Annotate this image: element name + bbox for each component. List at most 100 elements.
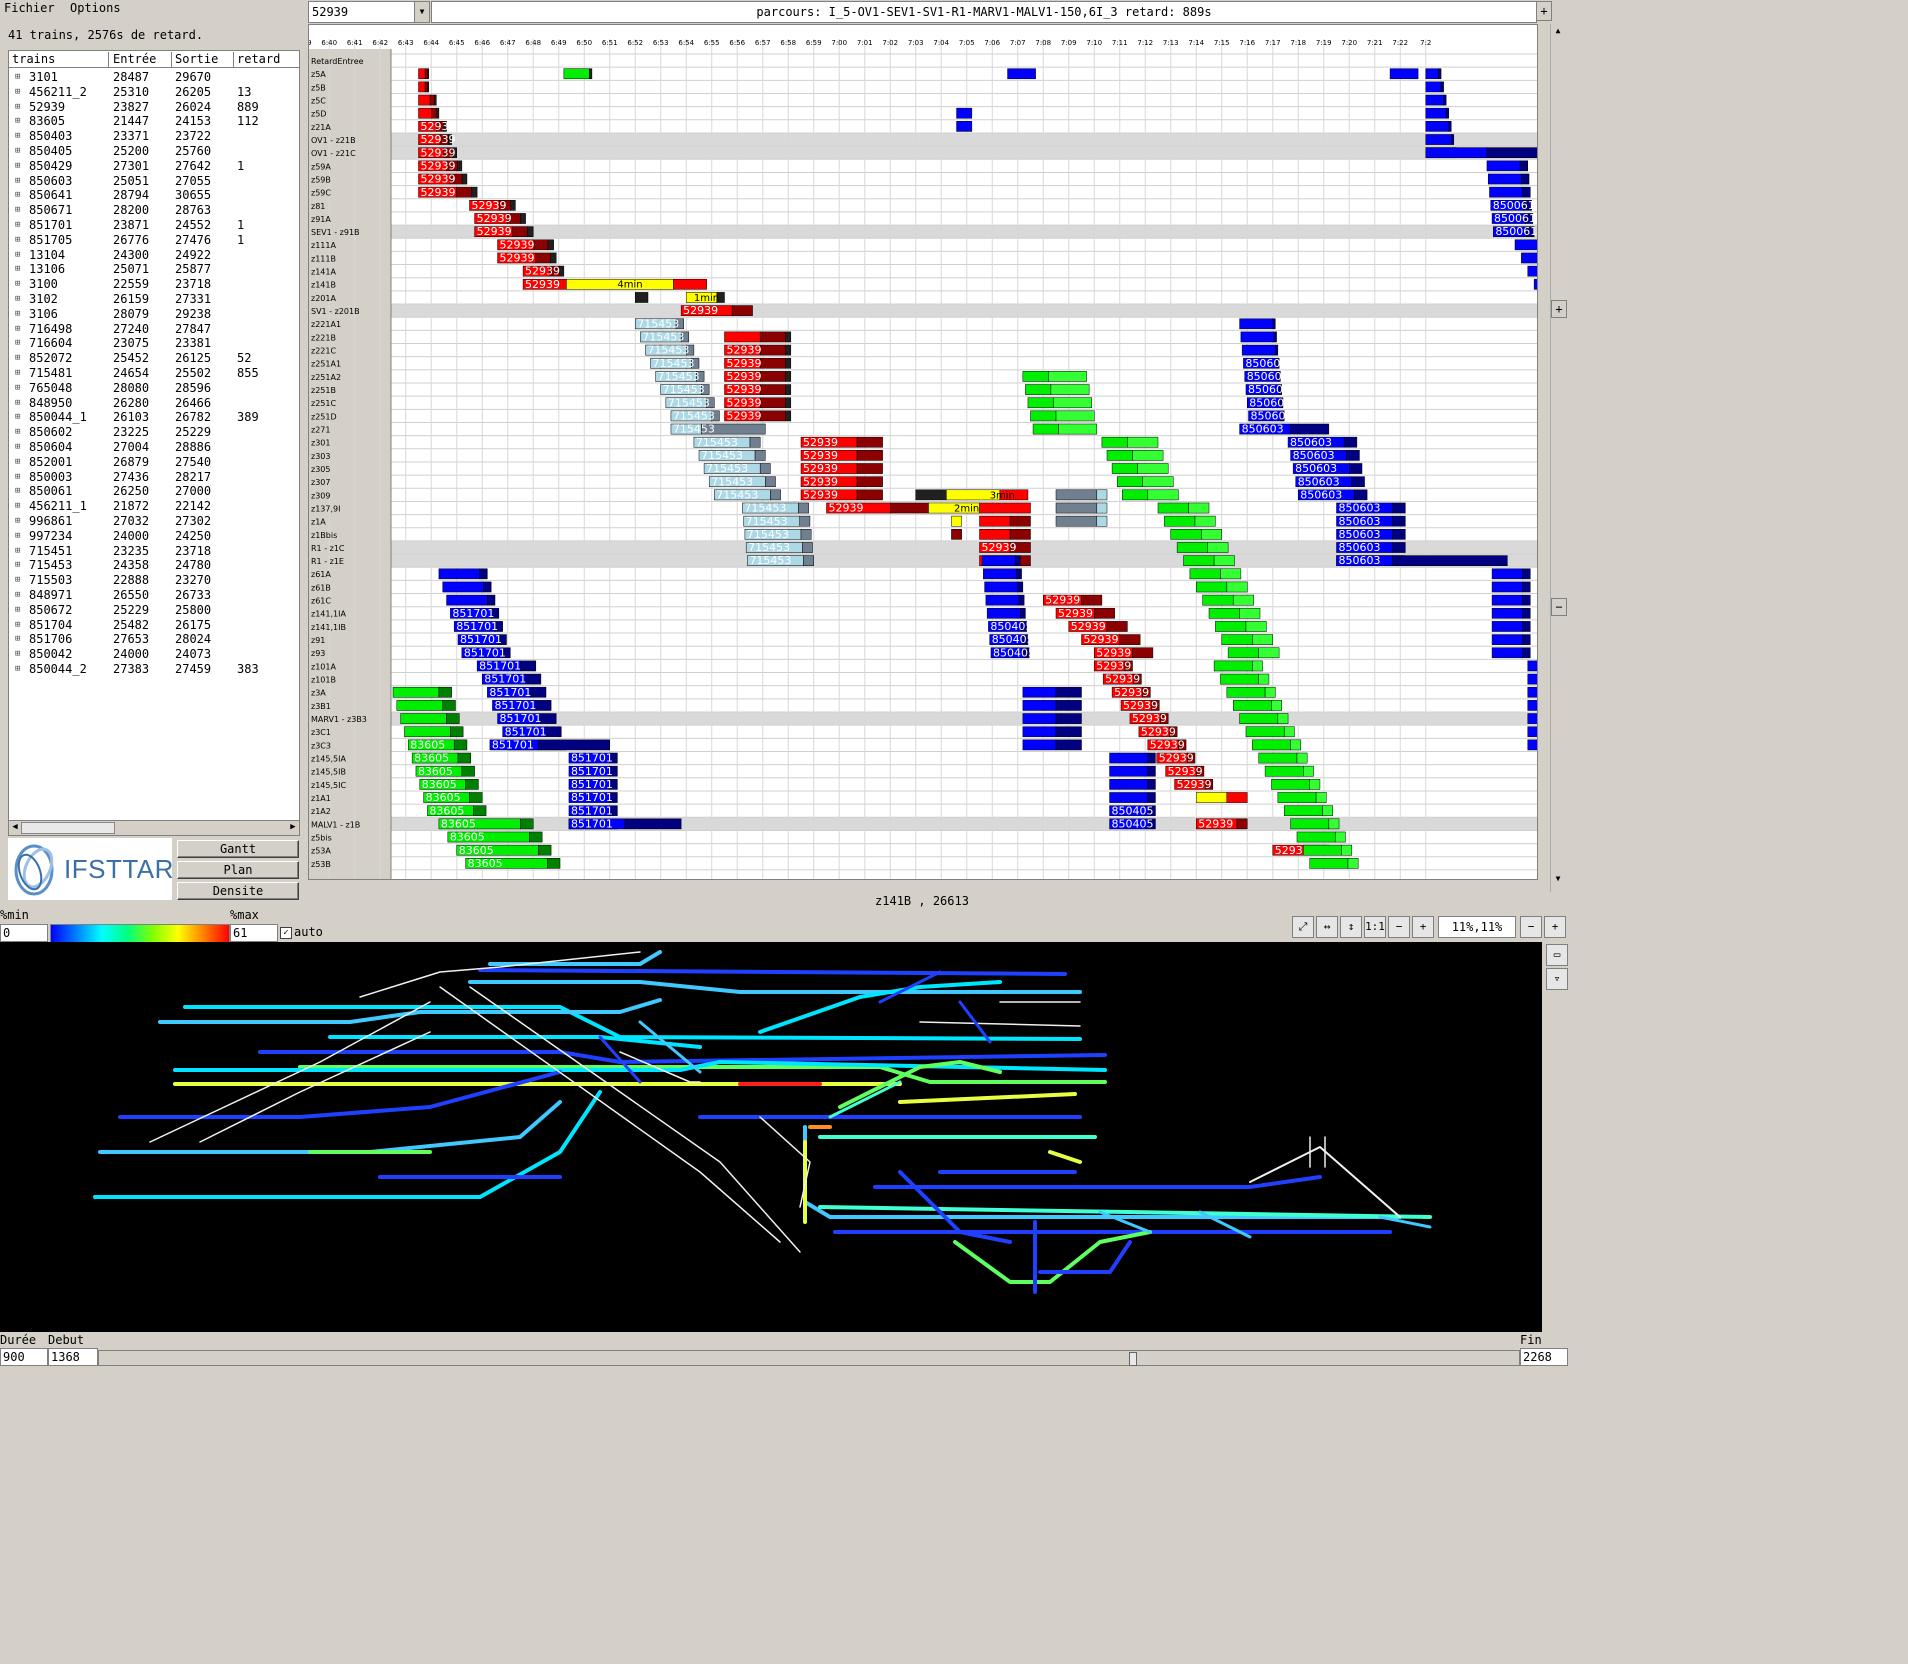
train-row[interactable]: ⊞ 850061 26250 27000 bbox=[9, 484, 299, 499]
train-row[interactable]: ⊞ 715481 24654 25502 855 bbox=[9, 366, 299, 381]
expand-icon[interactable]: ⊞ bbox=[15, 366, 20, 381]
train-row[interactable]: ⊞ 852001 26879 27540 bbox=[9, 455, 299, 470]
train-row[interactable]: ⊞ 456211_1 21872 22142 bbox=[9, 499, 299, 514]
window-icon[interactable]: ▭ bbox=[1546, 944, 1568, 966]
scroll-down-arrow[interactable]: ▼ bbox=[1552, 874, 1564, 886]
chevron-down-icon[interactable]: ▼ bbox=[414, 2, 429, 22]
expand-icon[interactable]: ⊞ bbox=[15, 351, 20, 366]
train-row[interactable]: ⊞ 851701 23871 24552 1 bbox=[9, 218, 299, 233]
train-row[interactable]: ⊞ 13106 25071 25877 bbox=[9, 262, 299, 277]
expand-icon[interactable]: ⊞ bbox=[15, 307, 20, 322]
menu-options[interactable]: Options bbox=[70, 1, 121, 15]
zoom-plus-button[interactable]: + bbox=[1536, 1, 1552, 21]
expand-icon[interactable]: ⊞ bbox=[15, 218, 20, 233]
train-row[interactable]: ⊞ 850604 27004 28886 bbox=[9, 440, 299, 455]
zoom-1to1-icon[interactable]: 1:1 bbox=[1364, 916, 1386, 938]
expand-icon[interactable]: ⊞ bbox=[15, 248, 20, 263]
train-row[interactable]: ⊞ 850044_1 26103 26782 389 bbox=[9, 410, 299, 425]
expand-icon[interactable]: ⊞ bbox=[15, 396, 20, 411]
train-row[interactable]: ⊞ 3100 22559 23718 bbox=[9, 277, 299, 292]
expand-icon[interactable]: ⊞ bbox=[15, 85, 20, 100]
train-row[interactable]: ⊞ 852072 25452 26125 52 bbox=[9, 351, 299, 366]
gantt-chart[interactable]: 66:276:286:296:406:416:426:436:446:456:4… bbox=[308, 24, 1538, 880]
col-header-trains[interactable]: trains bbox=[12, 52, 109, 67]
expand-icon[interactable]: ⊞ bbox=[15, 410, 20, 425]
expand-icon[interactable]: ⊞ bbox=[15, 203, 20, 218]
scroll-left-arrow[interactable]: ◀ bbox=[9, 821, 21, 833]
expand-icon[interactable]: ⊞ bbox=[15, 529, 20, 544]
expand-icon[interactable]: ⊞ bbox=[15, 262, 20, 277]
expand-icon[interactable]: ⊞ bbox=[15, 588, 20, 603]
train-row[interactable]: ⊞ 850602 23225 25229 bbox=[9, 425, 299, 440]
expand-icon[interactable]: ⊞ bbox=[15, 440, 20, 455]
train-list[interactable]: trains Entrée Sortie retard ⊞ 3101 28487 29… bbox=[8, 50, 300, 836]
train-row[interactable]: ⊞ 456211_2 25310 26205 13 bbox=[9, 85, 299, 100]
expand-icon[interactable]: ⊞ bbox=[15, 499, 20, 514]
scroll-thumb[interactable] bbox=[21, 822, 115, 834]
auto-checkbox[interactable]: ✓ bbox=[280, 927, 292, 939]
expand-icon[interactable]: ⊞ bbox=[15, 159, 20, 174]
train-row[interactable]: ⊞ 715453 24358 24780 bbox=[9, 558, 299, 573]
expand-icon[interactable]: ⊞ bbox=[15, 603, 20, 618]
train-row[interactable]: ⊞ 850044_2 27383 27459 383 bbox=[9, 662, 299, 677]
time-slider[interactable] bbox=[98, 1350, 1520, 1366]
train-list-hscrollbar[interactable]: ◀ ▶ bbox=[8, 820, 300, 836]
vzoom-plus-button[interactable]: + bbox=[1551, 300, 1567, 318]
train-row[interactable]: ⊞ 765048 28080 28596 bbox=[9, 381, 299, 396]
train-row[interactable]: ⊞ 850405 25200 25760 bbox=[9, 144, 299, 159]
expand-icon[interactable]: ⊞ bbox=[15, 632, 20, 647]
expand-icon[interactable]: ⊞ bbox=[15, 470, 20, 485]
train-row[interactable]: ⊞ 851704 25482 26175 bbox=[9, 618, 299, 633]
col-header-sortie[interactable]: Sortie bbox=[175, 52, 234, 67]
gantt-button[interactable]: Gantt bbox=[177, 840, 299, 858]
train-row[interactable]: ⊞ 850603 25051 27055 bbox=[9, 174, 299, 189]
train-row[interactable]: ⊞ 850429 27301 27642 1 bbox=[9, 159, 299, 174]
scroll-right-arrow[interactable]: ▶ bbox=[287, 821, 299, 833]
train-row[interactable]: ⊞ 52939 23827 26024 889 bbox=[9, 100, 299, 115]
train-row[interactable]: ⊞ 997234 24000 24250 bbox=[9, 529, 299, 544]
expand-icon[interactable]: ⊞ bbox=[15, 425, 20, 440]
train-row[interactable]: ⊞ 3101 28487 29670 bbox=[9, 70, 299, 85]
train-row[interactable]: ⊞ 850672 25229 25800 bbox=[9, 603, 299, 618]
time-slider-thumb[interactable] bbox=[1129, 1352, 1137, 1366]
expand-icon[interactable]: ⊞ bbox=[15, 484, 20, 499]
train-row[interactable]: ⊞ 850641 28794 30655 bbox=[9, 188, 299, 203]
expand-icon[interactable]: ⊞ bbox=[15, 514, 20, 529]
zoom-out-icon-2[interactable]: − bbox=[1520, 916, 1542, 938]
vzoom-minus-button[interactable]: − bbox=[1551, 598, 1567, 616]
debut-field[interactable]: 1368 bbox=[48, 1348, 98, 1366]
fit-icon[interactable]: ⤢ bbox=[1292, 916, 1314, 938]
train-row[interactable]: ⊞ 13104 24300 24922 bbox=[9, 248, 299, 263]
gantt-vscrollbar[interactable]: ▲ + − ▼ bbox=[1550, 24, 1567, 892]
expand-icon[interactable]: ⊞ bbox=[15, 277, 20, 292]
zoom-out-icon[interactable]: − bbox=[1388, 916, 1410, 938]
expand-icon[interactable]: ⊞ bbox=[15, 129, 20, 144]
zoom-in-icon-2[interactable]: + bbox=[1544, 916, 1566, 938]
train-row[interactable]: ⊞ 716604 23075 23381 bbox=[9, 336, 299, 351]
train-row[interactable]: ⊞ 996861 27032 27302 bbox=[9, 514, 299, 529]
expand-icon[interactable]: ⊞ bbox=[15, 618, 20, 633]
train-row[interactable]: ⊞ 848971 26550 26733 bbox=[9, 588, 299, 603]
train-row[interactable]: ⊞ 850042 24000 24073 bbox=[9, 647, 299, 662]
fit-height-icon[interactable]: ↕ bbox=[1340, 916, 1362, 938]
train-row[interactable]: ⊞ 850403 23371 23722 bbox=[9, 129, 299, 144]
expand-icon[interactable]: ⊞ bbox=[15, 336, 20, 351]
fit-width-icon[interactable]: ↔ bbox=[1316, 916, 1338, 938]
expand-icon[interactable]: ⊞ bbox=[15, 662, 20, 677]
train-row[interactable]: ⊞ 850671 28200 28763 bbox=[9, 203, 299, 218]
expand-icon[interactable]: ⊞ bbox=[15, 100, 20, 115]
expand-icon[interactable]: ⊞ bbox=[15, 144, 20, 159]
expand-icon[interactable]: ⊞ bbox=[15, 233, 20, 248]
expand-icon[interactable]: ⊞ bbox=[15, 322, 20, 337]
train-row[interactable]: ⊞ 850003 27436 28217 bbox=[9, 470, 299, 485]
densite-button[interactable]: Densite bbox=[177, 882, 299, 900]
train-row[interactable]: ⊞ 716498 27240 27847 bbox=[9, 322, 299, 337]
expand-icon[interactable]: ⊞ bbox=[15, 188, 20, 203]
plan-button[interactable]: Plan bbox=[177, 861, 299, 879]
fin-field[interactable]: 2268 bbox=[1520, 1348, 1568, 1366]
expand-icon[interactable]: ⊞ bbox=[15, 381, 20, 396]
expand-icon[interactable]: ⊞ bbox=[15, 455, 20, 470]
expand-icon[interactable]: ⊞ bbox=[15, 647, 20, 662]
train-row[interactable]: ⊞ 3106 28079 29238 bbox=[9, 307, 299, 322]
train-row[interactable]: ⊞ 851705 26776 27476 1 bbox=[9, 233, 299, 248]
